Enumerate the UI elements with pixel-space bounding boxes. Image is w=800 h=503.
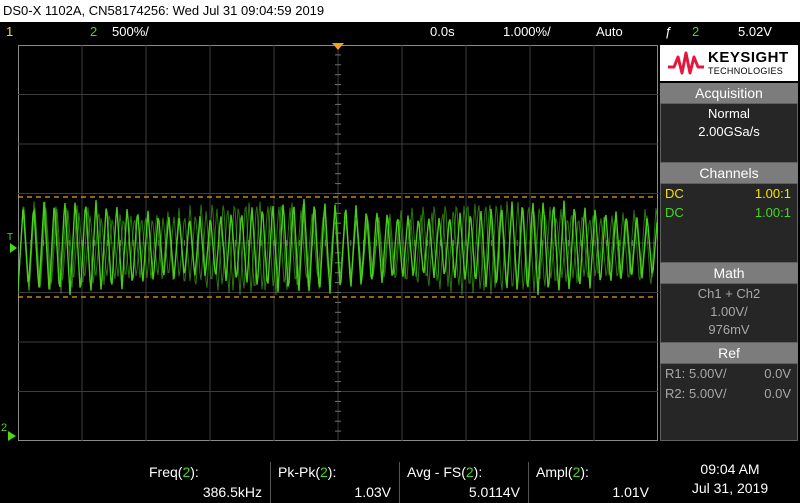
acquisition-header[interactable]: Acquisition	[660, 83, 798, 103]
ref-1-row[interactable]: R1: 5.00V/ 0.0V	[665, 365, 791, 383]
math-section[interactable]: Ch1 + Ch2 1.00V/ 976mV	[660, 283, 798, 343]
measurement-freq[interactable]: Freq(2): 386.5kHz	[142, 462, 271, 503]
measurement-ampl-value: 1.01V	[612, 484, 649, 500]
measurement-freq-label: Freq(2):	[149, 464, 199, 480]
math-function: Ch1 + Ch2	[697, 286, 761, 301]
ref-2-row[interactable]: R2: 5.00V/ 0.0V	[665, 385, 791, 403]
graticule	[18, 45, 658, 441]
ref-2-offset: 0.0V	[764, 386, 791, 401]
channel-2-ground-marker[interactable]: 2	[1, 423, 7, 434]
trigger-position-marker-icon[interactable]	[330, 42, 346, 52]
trigger-mode[interactable]: Auto	[596, 22, 623, 42]
channel-1-row[interactable]: DC 1.00:1	[665, 185, 791, 203]
ref-1-offset: 0.0V	[764, 366, 791, 381]
trigger-level-marker[interactable]: T	[7, 233, 13, 243]
logo-brand: KEYSIGHT	[708, 49, 789, 66]
side-panel: KEYSIGHT TECHNOLOGIES Acquisition Normal…	[660, 45, 800, 441]
clock-date: Jul 31, 2019	[691, 480, 769, 496]
measurement-ampl-label: Ampl(2):	[536, 464, 589, 480]
measurement-pkpk[interactable]: Pk-Pk(2): 1.03V	[271, 462, 400, 503]
ref-1-name: R1:	[665, 366, 686, 381]
ref-header[interactable]: Ref	[660, 343, 798, 363]
channel-2-indicator[interactable]: 2	[90, 22, 97, 42]
clock: 09:04 AM Jul 31, 2019	[660, 455, 800, 503]
acquisition-mode: Normal	[708, 106, 750, 121]
measurement-avg-label: Avg - FS(2):	[407, 464, 483, 480]
channels-header[interactable]: Channels	[660, 163, 798, 183]
channel-2-scale[interactable]: 500%/	[112, 22, 149, 42]
channel-1-probe: 1.00:1	[754, 186, 791, 201]
math-scale: 1.00V/	[710, 304, 748, 319]
time-offset[interactable]: 0.0s	[430, 22, 455, 42]
keysight-logo: KEYSIGHT TECHNOLOGIES	[660, 45, 798, 81]
channel-2-ground-arrow-icon	[8, 431, 16, 441]
channels-section[interactable]: DC 1.00:1 DC 1.00:1	[660, 183, 798, 263]
logo-subtitle: TECHNOLOGIES	[708, 66, 784, 76]
ref-2-name: R2:	[665, 386, 686, 401]
math-header[interactable]: Math	[660, 263, 798, 283]
ref-2-scale: 5.00V/	[689, 386, 727, 401]
ref-section[interactable]: R1: 5.00V/ 0.0V R2: 5.00V/ 0.0V	[660, 363, 798, 441]
sample-rate: 2.00GSa/s	[698, 124, 760, 139]
measurement-ampl[interactable]: Ampl(2): 1.01V	[529, 462, 657, 503]
window-title: DS0-X 1102A, CN58174256: Wed Jul 31 09:0…	[0, 0, 800, 22]
measurement-pkpk-value: 1.03V	[354, 484, 391, 500]
trigger-edge-icon: ƒ	[665, 24, 673, 39]
channel-2-probe: 1.00:1	[754, 205, 791, 220]
acquisition-section[interactable]: Normal 2.00GSa/s	[660, 103, 798, 163]
measurement-freq-value: 386.5kHz	[202, 484, 262, 500]
time-scale[interactable]: 1.000%/	[503, 22, 551, 42]
measurement-avg[interactable]: Avg - FS(2): 5.0114V	[400, 462, 529, 503]
status-bar: 1 2 500%/ 0.0s 1.000%/ Auto ƒ 2 5.02V	[0, 22, 800, 42]
channel-1-coupling: DC	[665, 186, 684, 201]
trigger-level[interactable]: 5.02V	[738, 22, 772, 42]
trigger-source[interactable]: 2	[692, 22, 699, 42]
measurement-pkpk-label: Pk-Pk(2):	[278, 464, 337, 480]
measurement-avg-value: 5.0114V	[468, 484, 520, 500]
clock-time: 09:04 AM	[700, 461, 760, 477]
ref-1-scale: 5.00V/	[689, 366, 727, 381]
math-offset: 976mV	[708, 322, 750, 337]
waveform-display[interactable]	[18, 45, 658, 441]
channel-2-row[interactable]: DC 1.00:1	[665, 204, 791, 222]
channel-2-coupling: DC	[665, 205, 684, 220]
channel-1-indicator[interactable]: 1	[6, 22, 13, 42]
trigger-level-arrow-icon	[10, 243, 17, 253]
keysight-wave-icon	[668, 51, 704, 75]
